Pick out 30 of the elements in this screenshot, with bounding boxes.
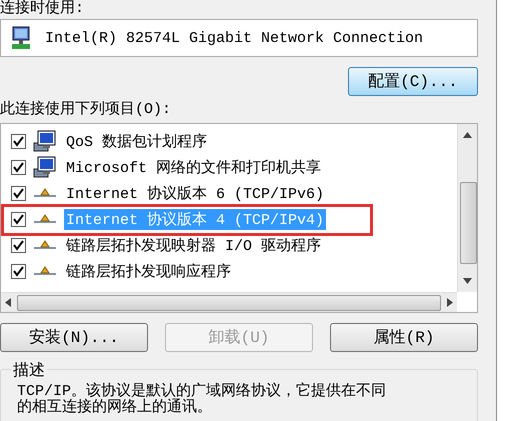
adapter-name: Intel(R) 82574L Gigabit Network Connection (45, 30, 424, 46)
install-button[interactable]: 安装(N)... (0, 323, 148, 352)
scroll-up-icon[interactable] (463, 132, 472, 138)
description-text: TCP/IP。该协议是默认的广域网络协议，它提供在不同的相互连接的网络上的通讯。 (17, 384, 388, 416)
checkbox[interactable] (11, 186, 26, 200)
protocol-icon (34, 213, 56, 225)
scroll-left-icon[interactable] (5, 298, 11, 307)
list-item[interactable]: QoS 数据包计划程序 (64, 130, 210, 152)
configure-button[interactable]: 配置(C)... (348, 67, 478, 96)
list-item[interactable]: 链路层拓扑发现响应程序 (64, 260, 233, 282)
checkbox[interactable] (11, 212, 26, 226)
list-item[interactable]: Internet 协议版本 6 (TCP/IPv6) (64, 182, 326, 204)
network-adapter-icon (11, 26, 33, 50)
list-item[interactable]: Microsoft 网络的文件和打印机共享 (64, 156, 324, 178)
checkbox[interactable] (11, 134, 26, 148)
vertical-scrollbar[interactable] (457, 124, 477, 292)
checkbox[interactable] (11, 160, 26, 174)
protocol-icon (34, 187, 56, 199)
checkbox[interactable] (11, 264, 26, 278)
list-label: 此连接使用下列项目(O): (0, 102, 172, 118)
computer-icon (33, 130, 57, 152)
properties-button[interactable]: 属性(R) (330, 323, 478, 352)
protocol-icon (34, 265, 56, 277)
protocol-icon (34, 239, 56, 251)
scroll-down-icon[interactable] (463, 278, 472, 284)
computer-icon (33, 156, 57, 178)
list-item[interactable]: 链路层拓扑发现映射器 I/O 驱动程序 (64, 234, 324, 256)
checkbox[interactable] (11, 238, 26, 252)
horizontal-scrollbar[interactable] (1, 292, 457, 312)
scroll-right-icon[interactable] (447, 298, 453, 307)
